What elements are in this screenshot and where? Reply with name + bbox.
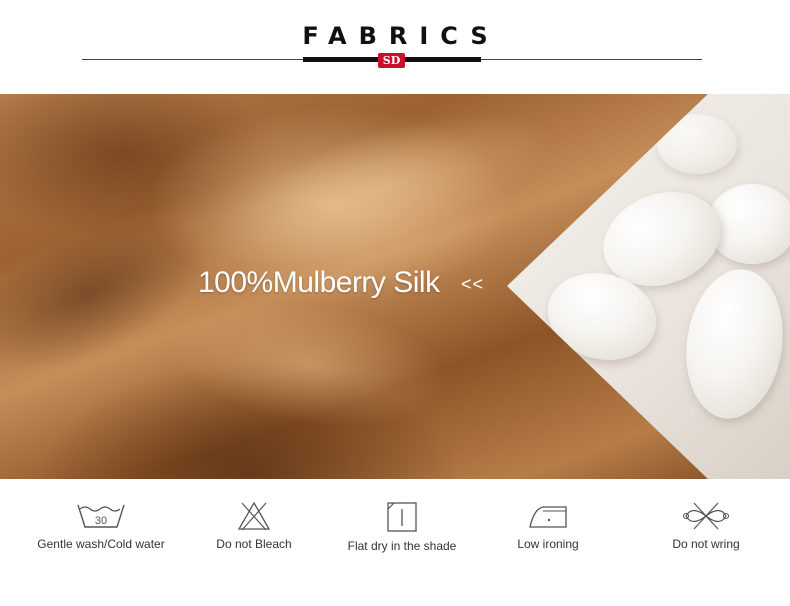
hero-image: 100%Mulberry Silk << — [0, 94, 790, 479]
header-bar-left — [303, 57, 378, 62]
care-item-label: Gentle wash/Cold water — [37, 537, 165, 551]
care-item-label: Do not Bleach — [216, 537, 292, 551]
wash-30-icon: 30 — [77, 504, 125, 528]
care-item-bleach: Do not Bleach — [179, 501, 329, 551]
care-item-label: Low ironing — [517, 537, 579, 551]
care-item-wash: 30 Gentle wash/Cold water — [26, 501, 176, 551]
silk-fold — [163, 285, 457, 443]
care-item-label: Do not wring — [672, 537, 740, 551]
page-title: FABRICS — [302, 22, 500, 50]
care-item-dry: Flat dry in the shade — [327, 501, 477, 553]
hero-headline: 100%Mulberry Silk — [198, 266, 440, 299]
section-header: FABRICS SD — [0, 0, 790, 94]
care-item-label: Flat dry in the shade — [347, 539, 457, 553]
care-item-iron: Low ironing — [473, 501, 623, 551]
header-rule-right — [480, 59, 702, 60]
cocoon-inset-image — [507, 94, 790, 479]
wash-temperature: 30 — [95, 515, 107, 527]
silk-cocoon — [657, 114, 737, 174]
iron-low-icon — [529, 506, 567, 528]
dry-flat-shade-icon — [387, 502, 417, 532]
chevrons-left-icon: << — [461, 274, 485, 294]
care-instructions: 30 Gentle wash/Cold water Do not Bleach … — [0, 479, 790, 606]
header-bar-right — [405, 57, 481, 62]
care-item-wring: Do not wring — [631, 501, 781, 551]
no-bleach-icon — [237, 501, 271, 531]
brand-logo: SD — [378, 53, 405, 68]
no-wring-icon — [682, 502, 730, 530]
header-rule-left — [82, 59, 304, 60]
silk-cocoon — [677, 263, 790, 425]
